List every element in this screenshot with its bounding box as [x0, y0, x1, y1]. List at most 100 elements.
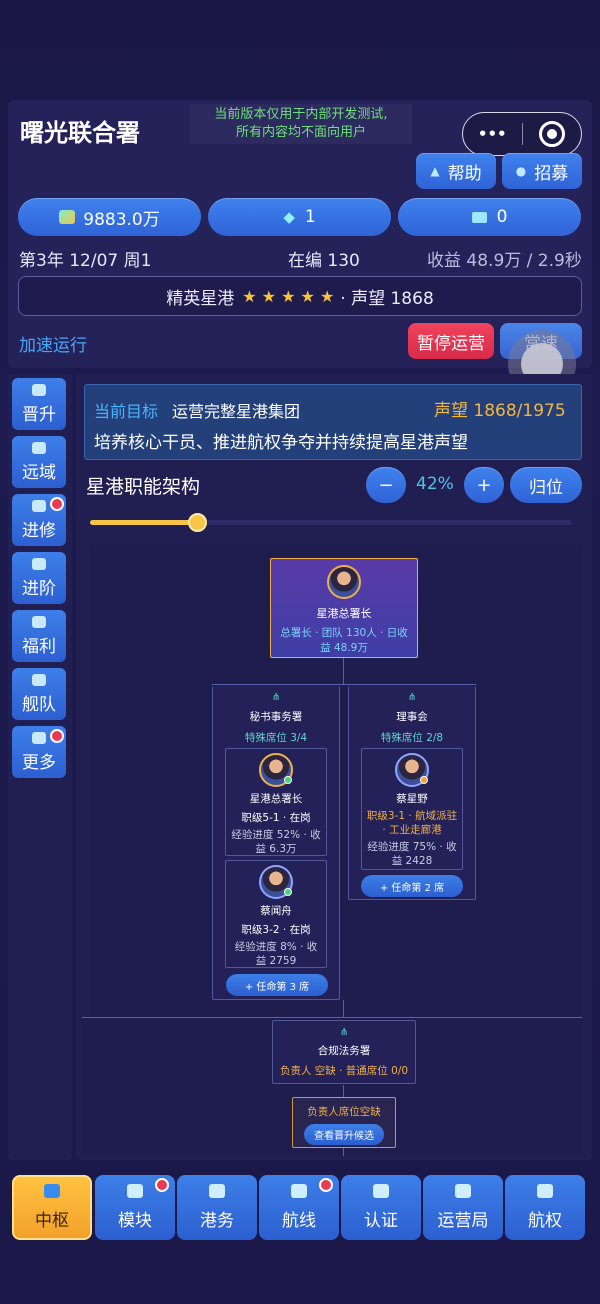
nav-tab-label: 港务: [200, 1211, 234, 1231]
connector-line: [343, 1148, 344, 1156]
reputation-text: · 声望 1868: [340, 288, 434, 309]
speed-up-link[interactable]: 加速运行: [19, 331, 87, 356]
status-dot: [420, 776, 428, 784]
org-title: 星港职能架构: [86, 476, 201, 498]
nav-tab-label: 航权: [528, 1211, 562, 1231]
sidebar-item-far-domain[interactable]: 远域: [12, 436, 66, 488]
goal-description: 培养核心干员、推进航权争夺并持续提高星港声望: [94, 433, 468, 453]
org-icon: ⋔: [271, 692, 281, 703]
avatar: [395, 753, 429, 787]
sidebar-item-label: 进阶: [22, 578, 56, 599]
rank-label: 精英星港: [166, 288, 235, 309]
sidebar-item-label: 进修: [22, 520, 56, 541]
nav-tab-operations[interactable]: 运营局: [423, 1175, 503, 1240]
sidebar-item-more[interactable]: 更多: [12, 726, 66, 778]
close-miniapp-button[interactable]: [522, 121, 581, 147]
nav-tab-port[interactable]: 港务: [177, 1175, 257, 1240]
zoom-level: 42%: [416, 474, 454, 494]
view-candidates-button[interactable]: 查看晋升候选: [304, 1124, 384, 1145]
goal-label: 当前目标: [94, 402, 159, 421]
recruit-label: 招募: [534, 163, 569, 184]
dept-name: 秘书事务署: [249, 711, 303, 723]
connector-line: [82, 1017, 582, 1018]
nav-tab-label: 模块: [118, 1211, 152, 1231]
diamond-icon: ◆: [283, 208, 295, 226]
nav-tab-label: 中枢: [35, 1211, 69, 1231]
sidebar-item-label: 更多: [22, 752, 56, 773]
member-level: 职级3-1 · 航域派驻 · 工业走廊港: [366, 810, 458, 836]
member-exp: 经验进度 8% · 收益 2759: [234, 941, 318, 967]
dept-info: 负责人 空缺 · 普通席位 0/0: [279, 1065, 409, 1077]
nav-tab-label: 运营局: [437, 1211, 489, 1231]
nav-tab-modules[interactable]: 模块: [95, 1175, 175, 1240]
sidebar-item-welfare[interactable]: 福利: [12, 610, 66, 662]
org-root-node[interactable]: 星港总署长 总署长 · 团队 130人 · 日收益 48.9万: [270, 558, 418, 658]
dev-notice-line1: 当前版本仅用于内部开发测试,: [214, 107, 388, 122]
appoint-seat-button[interactable]: + 任命第 3 席: [226, 974, 328, 996]
dept-name: 合规法务署: [317, 1045, 371, 1057]
nav-tab-air-rights[interactable]: 航权: [505, 1175, 585, 1240]
status-dot: [284, 776, 292, 784]
miniapp-capsule: •••: [462, 112, 582, 156]
sidebar-item-label: 福利: [22, 636, 56, 657]
dept-seats: 特殊席位 2/8: [380, 732, 444, 744]
advance-icon: [32, 557, 46, 570]
zoom-slider[interactable]: [90, 513, 572, 532]
sidebar-item-advance[interactable]: 进阶: [12, 552, 66, 604]
reset-view-button[interactable]: 归位: [510, 467, 582, 503]
more-menu-button[interactable]: •••: [463, 125, 522, 143]
promote-icon: [32, 383, 46, 396]
nav-tab-routes[interactable]: 航线: [259, 1175, 339, 1240]
member-name: 星港总署长: [249, 793, 303, 805]
nav-tab-label: 认证: [364, 1211, 398, 1231]
help-button[interactable]: ▲ 帮助: [416, 153, 496, 189]
staff-count: 在编 130: [288, 251, 360, 271]
zoom-out-button[interactable]: −: [366, 467, 406, 503]
plane-icon: [32, 441, 46, 454]
operations-icon: [455, 1184, 471, 1198]
appoint-seat-button[interactable]: + 任命第 2 席: [361, 875, 463, 897]
nav-tab-certify[interactable]: 认证: [341, 1175, 421, 1240]
member-name: 蔡闻舟: [260, 905, 292, 917]
root-info: 总署长 · 团队 130人 · 日收益 48.9万: [280, 627, 408, 654]
money-value: 9883.0万: [83, 209, 160, 230]
ticket-resource[interactable]: 0: [398, 198, 581, 236]
nav-tab-hub[interactable]: 中枢: [12, 1175, 92, 1240]
ticket-icon: [471, 211, 487, 223]
zoom-slider-thumb[interactable]: [188, 513, 207, 532]
dept-compliance[interactable]: ⋔ 合规法务署 负责人 空缺 · 普通席位 0/0: [272, 1020, 416, 1084]
root-name: 星港总署长: [316, 607, 372, 620]
person-icon: ●: [515, 164, 527, 178]
zoom-slider-fill: [90, 520, 197, 525]
notification-dot: [319, 1178, 333, 1192]
notification-dot: [50, 729, 64, 743]
hub-icon: [44, 1184, 60, 1198]
member-card[interactable]: 蔡闻舟 职级3-2 · 在岗 经验进度 8% · 收益 2759: [225, 860, 327, 968]
zoom-in-button[interactable]: +: [464, 467, 504, 503]
member-level: 职级3-2 · 在岗: [241, 924, 311, 936]
certificate-icon: [373, 1184, 389, 1198]
avatar: [327, 565, 361, 599]
org-icon: ⋔: [339, 1027, 349, 1038]
diamond-resource[interactable]: ◆ 1: [208, 198, 391, 236]
air-rights-icon: [537, 1184, 553, 1198]
pause-button[interactable]: 暂停运营: [408, 323, 494, 359]
app-title: 曙光联合署: [20, 119, 140, 147]
connector-line: [343, 1000, 344, 1018]
vacant-seat-card[interactable]: 负责人席位空缺 查看晋升候选: [292, 1097, 396, 1148]
status-dot: [284, 888, 292, 896]
sidebar-item-fleet[interactable]: 舰队: [12, 668, 66, 720]
sidebar-item-promote[interactable]: 晋升: [12, 378, 66, 430]
connector-line: [343, 658, 344, 684]
diamond-value: 1: [304, 207, 316, 227]
member-card[interactable]: 蔡星野 职级3-1 · 航域派驻 · 工业走廊港 经验进度 75% · 收益 2…: [361, 748, 463, 870]
money-resource[interactable]: 9883.0万: [18, 198, 201, 236]
target-icon: [538, 121, 565, 147]
notification-dot: [155, 1178, 169, 1192]
route-icon: [291, 1184, 307, 1198]
member-card[interactable]: 星港总署长 职级5-1 · 在岗 经验进度 52% · 收益 6.3万: [225, 748, 327, 856]
sidebar-item-label: 晋升: [22, 404, 56, 425]
grid-icon: [32, 731, 46, 744]
sidebar-item-training[interactable]: 进修: [12, 494, 66, 546]
recruit-button[interactable]: ● 招募: [502, 153, 582, 189]
